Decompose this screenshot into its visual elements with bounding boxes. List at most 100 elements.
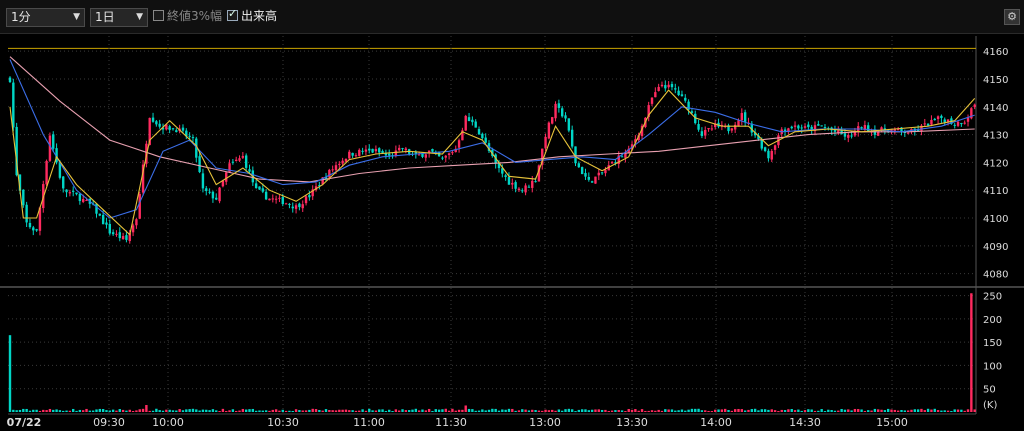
volume-bar: [118, 409, 121, 412]
volume-bar: [274, 409, 278, 412]
volume-bar: [604, 409, 607, 412]
time-tick-label: 09:30: [93, 416, 125, 429]
volume-bar: [610, 410, 614, 412]
candle-body: [188, 135, 191, 137]
volume-bar: [181, 410, 185, 412]
candle-body: [464, 115, 467, 131]
candle-body: [763, 147, 767, 152]
volume-bar: [714, 409, 717, 412]
volume-bar: [787, 409, 790, 412]
candle-body: [298, 203, 301, 208]
volume-bar: [940, 410, 943, 412]
volume-bar: [88, 410, 92, 412]
candle-body: [517, 188, 521, 191]
candle-body: [378, 148, 381, 153]
volume-bar: [823, 411, 827, 413]
volume-bar: [248, 409, 251, 412]
candle-body: [670, 84, 674, 88]
candle-body: [457, 140, 461, 148]
candle-body: [304, 196, 308, 204]
volume-bar: [860, 409, 863, 412]
volume-bar: [334, 410, 338, 412]
price-tick-label: 4100: [983, 214, 1008, 225]
volume-bar: [750, 409, 754, 412]
candle-body: [331, 169, 334, 171]
volume-bar: [704, 410, 707, 412]
candle-body: [557, 103, 561, 108]
volume-bar: [717, 409, 720, 412]
volume-bar: [614, 410, 617, 412]
volume-bar: [254, 410, 258, 412]
volume-bar: [368, 408, 371, 412]
candle-body: [823, 127, 827, 129]
volume-bar: [890, 409, 893, 412]
volume-bar: [175, 410, 178, 412]
volume-bar: [424, 410, 428, 412]
candle-body: [567, 118, 571, 131]
candle-body: [397, 147, 401, 151]
candle-body: [690, 111, 694, 113]
candle-body: [677, 90, 680, 96]
volume-bar: [12, 409, 15, 412]
volume-bar: [541, 410, 544, 412]
volume-tick-label: 250: [983, 292, 1002, 303]
candle-body: [115, 233, 118, 235]
candle-body: [291, 206, 294, 209]
candle-body: [231, 161, 235, 163]
volume-bar: [620, 410, 624, 412]
candle-body: [667, 84, 670, 88]
volume-bar: [956, 409, 960, 412]
volume-bar: [737, 408, 740, 412]
volume-bar: [913, 409, 916, 412]
candle-body: [531, 180, 534, 188]
volume-bar: [800, 410, 803, 412]
time-tick-label: 13:30: [616, 416, 648, 429]
candle-body: [81, 199, 85, 202]
volume-bar: [780, 409, 783, 412]
volume-bar: [926, 408, 930, 412]
volume-bar: [471, 409, 474, 412]
candle-body: [424, 154, 428, 158]
volume-bar: [863, 410, 867, 412]
volume-bar: [664, 409, 667, 412]
candle-body: [580, 167, 584, 175]
volume-bar: [148, 410, 151, 412]
volume-bar: [218, 411, 221, 413]
volume-bar: [647, 410, 650, 412]
volume-bar: [491, 408, 494, 412]
candle-body: [72, 190, 75, 192]
volume-bar: [284, 410, 288, 412]
candle-body: [101, 214, 105, 225]
volume-bar: [427, 408, 431, 412]
candle-body: [301, 204, 304, 209]
volume-bar: [464, 405, 467, 412]
volume-bar: [773, 410, 777, 412]
volume-bar: [886, 408, 890, 412]
time-tick-label: 10:00: [152, 416, 184, 429]
volume-bar: [15, 410, 18, 412]
candle-body: [225, 172, 228, 182]
candle-body: [554, 103, 557, 119]
candle-body: [171, 128, 175, 130]
volume-bar: [910, 409, 913, 412]
candle-body: [278, 197, 281, 199]
volume-bar: [281, 409, 284, 412]
volume-bar: [324, 409, 328, 412]
volume-bar: [318, 409, 321, 412]
candle-body: [118, 232, 121, 239]
candle-body: [521, 190, 524, 192]
candle-body: [620, 156, 624, 158]
candle-body: [281, 197, 284, 204]
volume-bar: [803, 410, 807, 412]
price-tick-label: 4130: [983, 131, 1008, 142]
volume-bar: [161, 410, 165, 412]
volume-bar: [630, 409, 634, 412]
volume-bar: [234, 410, 238, 412]
volume-bar: [341, 409, 344, 412]
volume-bar: [225, 411, 228, 413]
candle-body: [963, 122, 966, 124]
volume-bar: [344, 409, 348, 412]
volume-bar: [504, 409, 507, 412]
volume-bar: [743, 410, 747, 412]
candle-body: [68, 192, 72, 194]
